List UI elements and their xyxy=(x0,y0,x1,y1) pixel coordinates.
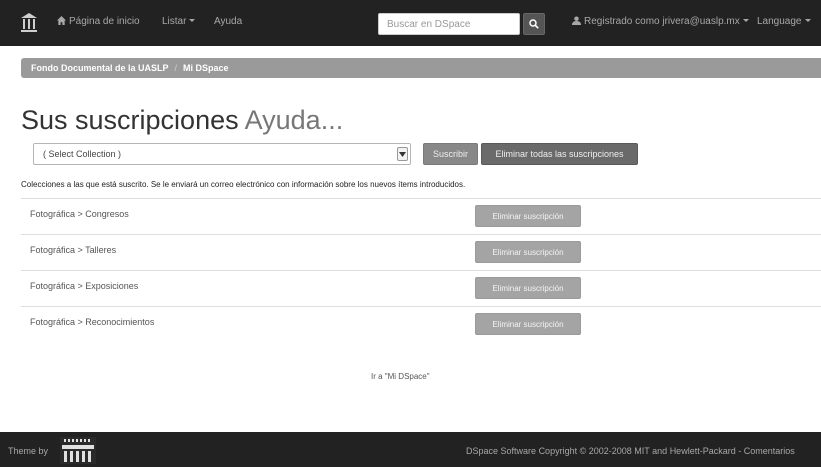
comments-link[interactable]: Comentarios xyxy=(744,446,795,456)
remove-subscription-button[interactable]: Eliminar suscripción xyxy=(475,205,581,227)
subscription-label: Fotográfica > Exposiciones xyxy=(30,281,139,291)
caret-down-icon xyxy=(804,19,811,22)
collection-select[interactable]: ( Select Collection ) xyxy=(33,143,411,165)
help-link[interactable]: Ayuda... xyxy=(245,105,344,135)
subscriptions-info-text: Colecciones a las que está suscrito. Se … xyxy=(21,180,466,189)
user-icon xyxy=(572,16,581,25)
nav-language-dropdown[interactable]: Language xyxy=(757,16,811,27)
remove-subscription-button[interactable]: Eliminar suscripción xyxy=(475,277,581,299)
subscription-row: Fotográfica > Talleres Eliminar suscripc… xyxy=(21,234,821,270)
search-icon xyxy=(529,19,539,29)
page-title: Sus suscripciones Ayuda... xyxy=(21,107,343,134)
search-input[interactable] xyxy=(378,13,520,35)
nav-ayuda-label: Ayuda xyxy=(214,16,243,27)
hp-link[interactable]: Hewlett-Packard xyxy=(670,446,736,456)
go-to-mydspace-link[interactable]: Ir a "Mi DSpace" xyxy=(371,372,430,381)
copyright-and: and xyxy=(652,446,668,456)
mit-link[interactable]: MIT xyxy=(634,446,649,456)
subscription-label: Fotográfica > Talleres xyxy=(30,245,117,255)
search-button[interactable] xyxy=(523,13,545,35)
subscription-row: Fotográfica > Congresos Eliminar suscrip… xyxy=(21,198,821,234)
home-icon xyxy=(57,16,66,25)
breadcrumb: Fondo Documental de la UASLP / Mi DSpace xyxy=(21,58,821,78)
nav-user-dropdown[interactable]: Registrado como jrivera@uaslp.mx xyxy=(572,16,749,27)
caret-down-icon xyxy=(189,19,196,22)
top-navbar: Página de inicio Listar Ayuda Registrado… xyxy=(0,0,821,46)
theme-by-label: Theme by xyxy=(8,446,49,456)
copyright-text: Copyright © 2002-2008 xyxy=(538,446,632,456)
subscription-label: Fotográfica > Congresos xyxy=(30,209,129,219)
collection-select-value: ( Select Collection ) xyxy=(43,149,122,159)
footer-copyright: DSpace Software Copyright © 2002-2008 MI… xyxy=(466,446,821,456)
breadcrumb-item-mydspace[interactable]: Mi DSpace xyxy=(183,63,229,73)
chevron-down-icon xyxy=(397,147,408,161)
footer: Theme by DSpace Software Copyright © 200… xyxy=(0,432,821,467)
remove-subscription-button[interactable]: Eliminar suscripción xyxy=(475,313,581,335)
page-title-main: Sus suscripciones xyxy=(21,105,239,135)
nav-home-link[interactable]: Página de inicio xyxy=(57,16,140,27)
subscription-row: Fotográfica > Reconocimientos Eliminar s… xyxy=(21,306,821,342)
subscribe-button[interactable]: Suscribir xyxy=(423,143,478,165)
subscription-row: Fotográfica > Exposiciones Eliminar susc… xyxy=(21,270,821,306)
nav-listar-dropdown[interactable]: Listar xyxy=(162,16,196,27)
copyright-dash: - xyxy=(738,446,742,456)
nav-listar-label: Listar xyxy=(162,16,187,27)
breadcrumb-separator: / xyxy=(174,63,178,73)
caret-down-icon xyxy=(742,19,749,22)
nav-language-label: Language xyxy=(757,16,802,27)
remove-all-subscriptions-button[interactable]: Eliminar todas las suscripciones xyxy=(481,143,638,165)
uaslp-logo[interactable] xyxy=(20,13,38,33)
remove-subscription-button[interactable]: Eliminar suscripción xyxy=(475,241,581,263)
nav-ayuda-link[interactable]: Ayuda xyxy=(214,16,242,27)
breadcrumb-item-home[interactable]: Fondo Documental de la UASLP xyxy=(31,63,169,73)
nav-user-label: Registrado como jrivera@uaslp.mx xyxy=(584,16,740,27)
nav-home-label: Página de inicio xyxy=(69,16,140,27)
cineca-logo[interactable] xyxy=(60,437,96,464)
subscription-label: Fotográfica > Reconocimientos xyxy=(30,317,155,327)
dspace-software-link[interactable]: DSpace Software xyxy=(466,446,536,456)
